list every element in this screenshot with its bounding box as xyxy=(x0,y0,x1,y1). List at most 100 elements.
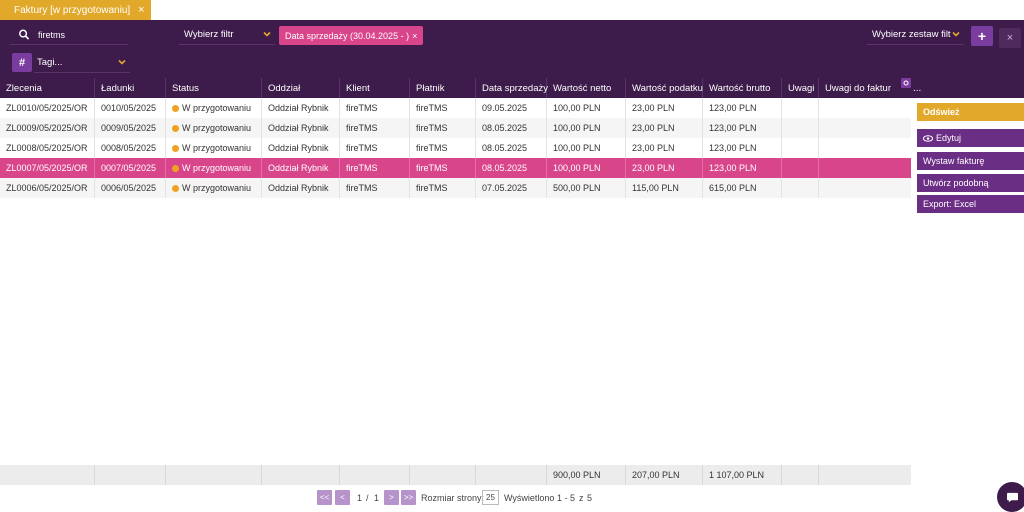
cell-netto: 100,00 PLN xyxy=(547,98,626,118)
cell-data: 08.05.2025 xyxy=(476,138,547,158)
status-dot-icon xyxy=(172,164,179,172)
column-header-platnik[interactable]: Płatnik xyxy=(410,78,476,98)
cell-netto: 100,00 PLN xyxy=(547,158,626,178)
column-header-status[interactable]: Status xyxy=(166,78,262,98)
tab-close-icon[interactable]: × xyxy=(138,4,144,16)
table-row-selected[interactable]: ZL0007/05/2025/OR 0007/05/2025 W przygot… xyxy=(0,158,911,178)
cell-zlecenia: ZL0007/05/2025/OR xyxy=(0,158,95,178)
shown-range: 1 - 5 xyxy=(557,492,576,503)
totals-empty xyxy=(476,465,547,485)
status-text: W przygotowaniu xyxy=(182,163,252,173)
active-filter-remove-icon[interactable]: × xyxy=(412,31,417,41)
page-size-input[interactable]: 25 xyxy=(482,490,499,505)
table-row[interactable]: ZL0009/05/2025/OR 0009/05/2025 W przygot… xyxy=(0,118,911,138)
cell-data: 09.05.2025 xyxy=(476,98,547,118)
column-header-data-sprzedazy[interactable]: Data sprzedaży xyxy=(476,78,548,98)
refresh-button[interactable]: Odśwież xyxy=(917,103,1024,121)
cell-podatek: 23,00 PLN xyxy=(626,158,703,178)
cell-oddzial: Oddział Rybnik xyxy=(262,138,340,158)
hashtag-button[interactable]: # xyxy=(12,53,32,72)
totals-row: 900,00 PLN 207,00 PLN 1 107,00 PLN xyxy=(0,465,911,485)
page-size-label: Rozmiar strony: xyxy=(421,492,485,503)
last-page-button[interactable]: >> xyxy=(401,490,416,505)
issue-invoice-button[interactable]: Wystaw fakturę xyxy=(917,152,1024,170)
filter-set-select[interactable]: Wybierz zestaw filt xyxy=(867,25,964,45)
clear-filters-button[interactable]: × xyxy=(999,28,1021,48)
status-text: W przygotowaniu xyxy=(182,143,252,153)
totals-empty xyxy=(340,465,410,485)
tab-strip: Faktury [w przygotowaniu] × xyxy=(0,0,1024,20)
edit-label: Edytuj xyxy=(936,133,962,143)
actions-panel: Odśwież Edytuj Wystaw fakturę Utwórz pod… xyxy=(911,98,1024,512)
cell-uwagi-faktur xyxy=(819,118,911,138)
column-header-uwagi[interactable]: Uwagi xyxy=(782,78,819,98)
cell-podatek: 23,00 PLN xyxy=(626,118,703,138)
tab-invoices-in-preparation[interactable]: Faktury [w przygotowaniu] × xyxy=(0,0,151,20)
active-filter-chip[interactable]: Data sprzedaży (30.04.2025 - ) × xyxy=(279,26,424,45)
cell-platnik: fireTMS xyxy=(410,118,476,138)
search-value: firetms xyxy=(38,29,65,40)
status-dot-icon xyxy=(172,104,179,112)
column-header-wartosc-netto[interactable]: Wartość netto xyxy=(547,78,626,98)
status-dot-icon xyxy=(172,124,179,132)
shown-label: Wyświetlono xyxy=(504,492,555,503)
cell-status: W przygotowaniu xyxy=(166,158,262,178)
column-more-icon[interactable]: ... xyxy=(911,78,921,98)
chat-button[interactable] xyxy=(997,482,1024,512)
totals-empty xyxy=(0,465,95,485)
cell-podatek: 115,00 PLN xyxy=(626,178,703,198)
cell-uwagi-faktur xyxy=(819,138,911,158)
table-row[interactable]: ZL0010/05/2025/OR 0010/05/2025 W przygot… xyxy=(0,98,911,118)
prev-page-button[interactable]: < xyxy=(335,490,350,505)
edit-button[interactable]: Edytuj xyxy=(917,129,1024,147)
export-excel-button[interactable]: Export: Excel xyxy=(917,195,1024,213)
cell-data: 08.05.2025 xyxy=(476,158,547,178)
totals-empty xyxy=(262,465,340,485)
cell-brutto: 123,00 PLN xyxy=(703,158,782,178)
create-similar-button[interactable]: Utwórz podobną xyxy=(917,174,1024,192)
status-text: W przygotowaniu xyxy=(182,123,252,133)
cell-brutto: 615,00 PLN xyxy=(703,178,782,198)
filter-select[interactable]: Wybierz filtr xyxy=(179,25,275,45)
of-label: z xyxy=(579,492,584,503)
first-page-button[interactable]: << xyxy=(317,490,332,505)
column-header-zlecenia[interactable]: Zlecenia xyxy=(0,78,95,98)
column-header-wartosc-brutto[interactable]: Wartość brutto xyxy=(703,78,782,98)
add-filter-set-button[interactable]: + xyxy=(971,26,993,46)
cell-platnik: fireTMS xyxy=(410,98,476,118)
cell-netto: 100,00 PLN xyxy=(547,138,626,158)
cell-netto: 500,00 PLN xyxy=(547,178,626,198)
cell-klient: fireTMS xyxy=(340,158,410,178)
column-header-klient[interactable]: Klient xyxy=(340,78,410,98)
tags-label: Tagi... xyxy=(37,57,63,68)
column-header-wartosc-podatku[interactable]: Wartość podatku xyxy=(626,78,703,98)
status-dot-icon xyxy=(172,144,179,152)
chevron-down-icon xyxy=(263,31,271,37)
cell-klient: fireTMS xyxy=(340,118,410,138)
status-dot-icon xyxy=(172,184,179,192)
totals-empty xyxy=(819,465,911,485)
column-header-ladunki[interactable]: Ładunki xyxy=(95,78,166,98)
filter-bar: firetms Wybierz filtr Data sprzedaży (30… xyxy=(0,20,1024,78)
status-text: W przygotowaniu xyxy=(182,103,252,113)
column-header-oddzial[interactable]: Oddział xyxy=(262,78,340,98)
cell-uwagi-faktur xyxy=(819,98,911,118)
next-page-button[interactable]: > xyxy=(384,490,399,505)
filter-select-label: Wybierz filtr xyxy=(184,29,234,40)
cell-oddzial: Oddział Rybnik xyxy=(262,98,340,118)
table-row[interactable]: ZL0008/05/2025/OR 0008/05/2025 W przygot… xyxy=(0,138,911,158)
chevron-down-icon xyxy=(118,59,126,65)
pagination: << < 1 / 1 > >> Rozmiar strony: 25 Wyświ… xyxy=(0,485,911,512)
table-row[interactable]: ZL0006/05/2025/OR 0006/05/2025 W przygot… xyxy=(0,178,911,198)
cell-uwagi xyxy=(782,158,819,178)
column-header-uwagi-do-faktur[interactable]: Uwagi do faktur xyxy=(819,78,901,98)
invoice-table: ZL0010/05/2025/OR 0010/05/2025 W przygot… xyxy=(0,98,911,465)
totals-empty xyxy=(410,465,476,485)
cell-netto: 100,00 PLN xyxy=(547,118,626,138)
cell-oddzial: Oddział Rybnik xyxy=(262,118,340,138)
page-separator: / xyxy=(366,492,369,503)
search-input[interactable]: firetms xyxy=(10,25,128,45)
tags-select[interactable]: Tagi... xyxy=(34,53,130,73)
column-settings-gear-icon[interactable] xyxy=(901,78,911,88)
cell-platnik: fireTMS xyxy=(410,158,476,178)
